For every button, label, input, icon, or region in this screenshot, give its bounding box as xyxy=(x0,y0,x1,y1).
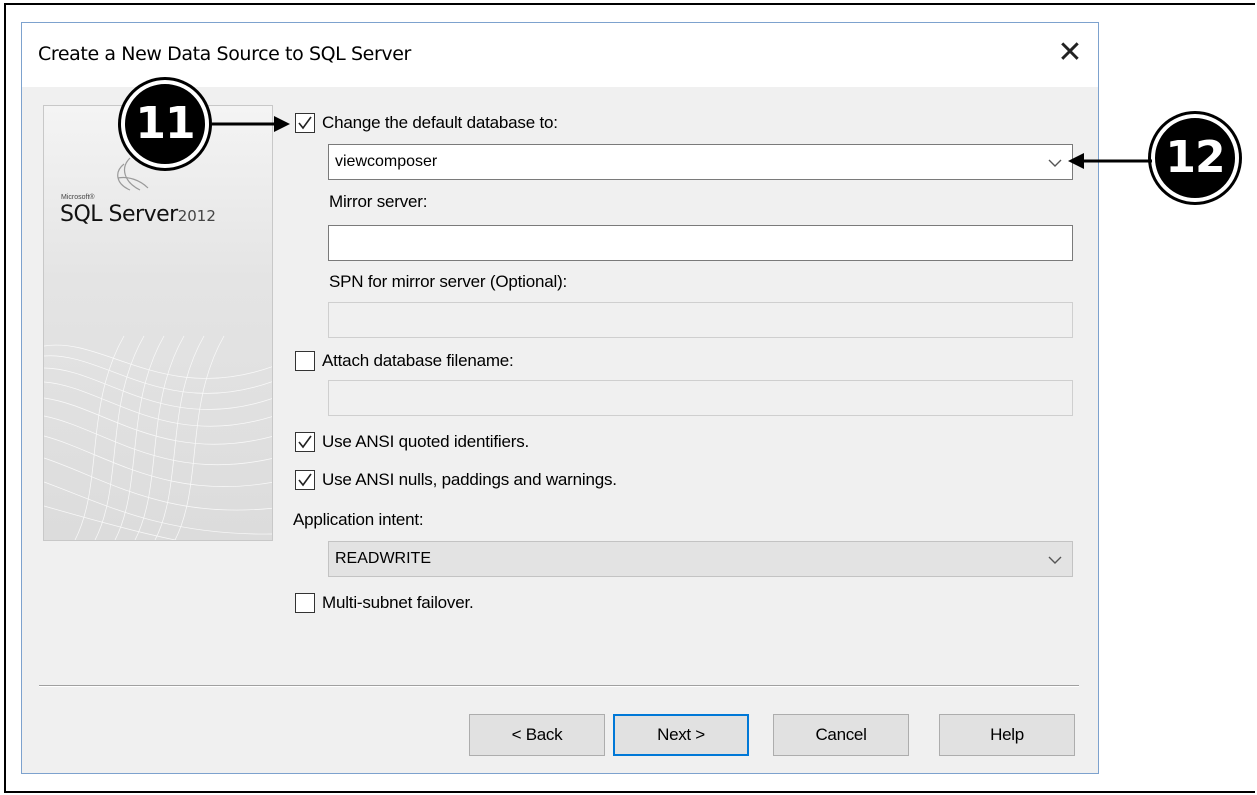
wave-pattern-icon xyxy=(44,157,272,540)
spn-mirror-label: SPN for mirror server (Optional): xyxy=(329,272,568,291)
mirror-server-label: Mirror server: xyxy=(329,192,428,211)
checkmark-icon xyxy=(298,116,312,130)
change-default-db-checkbox[interactable] xyxy=(295,113,315,133)
arrow-icon xyxy=(212,116,290,132)
attach-db-input[interactable] xyxy=(328,380,1073,416)
logo-brand-small: Microsoft® xyxy=(61,194,95,201)
mirror-server-input[interactable] xyxy=(328,225,1073,261)
attach-db-checkbox[interactable] xyxy=(295,351,315,371)
sql-server-logo-panel: Microsoft® SQL Server2012 xyxy=(43,105,273,541)
app-intent-value: READWRITE xyxy=(335,550,431,567)
database-value: viewcomposer xyxy=(335,153,438,170)
checkmark-icon xyxy=(298,435,312,449)
ansi-quoted-label: Use ANSI quoted identifiers. xyxy=(322,432,530,451)
cancel-button[interactable]: Cancel xyxy=(773,714,909,756)
app-intent-select[interactable]: READWRITE xyxy=(328,541,1073,577)
callout-badge-11: 11 xyxy=(121,80,209,168)
dialog-title: Create a New Data Source to SQL Server xyxy=(38,43,411,65)
spn-mirror-input[interactable] xyxy=(328,302,1073,338)
next-button[interactable]: Next > xyxy=(613,714,749,756)
attach-db-label: Attach database filename: xyxy=(322,351,514,370)
title-bar: Create a New Data Source to SQL Server ✕ xyxy=(22,23,1098,87)
multi-subnet-checkbox[interactable] xyxy=(295,593,315,613)
arrow-icon xyxy=(1068,153,1152,169)
ansi-nulls-label: Use ANSI nulls, paddings and warnings. xyxy=(322,470,617,489)
callout-number: 11 xyxy=(135,98,195,149)
back-button[interactable]: < Back xyxy=(469,714,605,756)
change-default-db-label: Change the default database to: xyxy=(322,113,558,132)
chevron-down-icon xyxy=(1048,556,1062,564)
logo-product-name: SQL Server xyxy=(60,202,178,227)
app-intent-label: Application intent: xyxy=(293,510,424,529)
callout-badge-12: 12 xyxy=(1151,114,1239,202)
checkmark-icon xyxy=(298,473,312,487)
chevron-down-icon xyxy=(1048,159,1062,167)
database-combobox[interactable]: viewcomposer xyxy=(328,144,1073,180)
multi-subnet-label: Multi-subnet failover. xyxy=(322,593,474,612)
ansi-nulls-checkbox[interactable] xyxy=(295,470,315,490)
callout-number: 12 xyxy=(1165,132,1225,183)
logo-product: SQL Server2012 xyxy=(60,202,216,227)
help-button[interactable]: Help xyxy=(939,714,1075,756)
ansi-quoted-checkbox[interactable] xyxy=(295,432,315,452)
logo-year: 2012 xyxy=(177,207,216,225)
separator xyxy=(39,685,1079,687)
close-icon[interactable]: ✕ xyxy=(1050,33,1090,73)
